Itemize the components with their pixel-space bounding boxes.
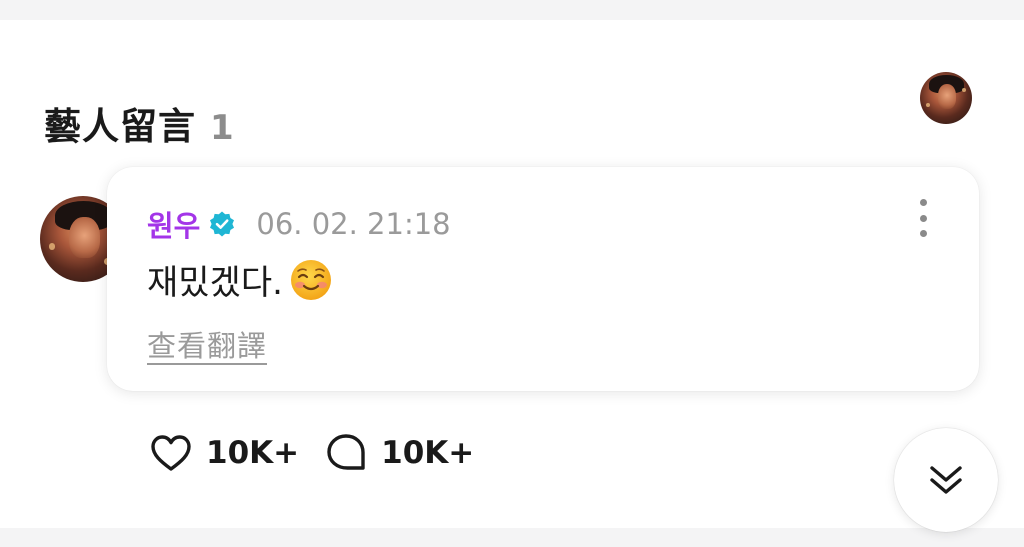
comment-timestamp: 06. 02. 21:18 — [256, 207, 451, 241]
comment-bubble-icon — [327, 434, 365, 470]
more-options-button[interactable] — [913, 199, 933, 237]
comment-text: 재밌겠다. — [147, 263, 283, 303]
more-vertical-icon — [919, 199, 927, 206]
view-translation-link[interactable]: 查看翻譯 — [147, 323, 267, 365]
section-header: 藝人留言 1 — [44, 96, 234, 150]
section-title: 藝人留言 — [44, 105, 196, 148]
reply-count: 10K+ — [381, 435, 475, 471]
like-button[interactable]: 10K+ — [148, 430, 299, 476]
like-count: 10K+ — [206, 435, 300, 471]
header-avatar[interactable] — [920, 72, 972, 124]
reply-button[interactable]: 10K+ — [323, 430, 474, 476]
heart-icon — [151, 435, 191, 471]
comment-meta: 원우 06. 02. 21:18 — [147, 203, 451, 245]
verified-badge-icon — [208, 210, 236, 238]
comment-body: 재밌겠다. — [147, 255, 333, 304]
comment-bubble: 원우 06. 02. 21:18 재밌겠다. 查看翻譯 — [107, 167, 979, 391]
double-chevron-down-icon — [930, 466, 962, 494]
smiling-face-emoji-icon — [289, 258, 333, 302]
comment-actions: 10K+ 10K+ — [148, 430, 474, 476]
scroll-down-button[interactable] — [894, 428, 998, 532]
comment-count: 1 — [210, 108, 234, 148]
comment-author[interactable]: 원우 — [147, 203, 200, 245]
artist-comments-section: 藝人留言 1 원우 06. 02. 21:18 재밌겠다. 查看翻譯 10K+ … — [0, 20, 1024, 532]
